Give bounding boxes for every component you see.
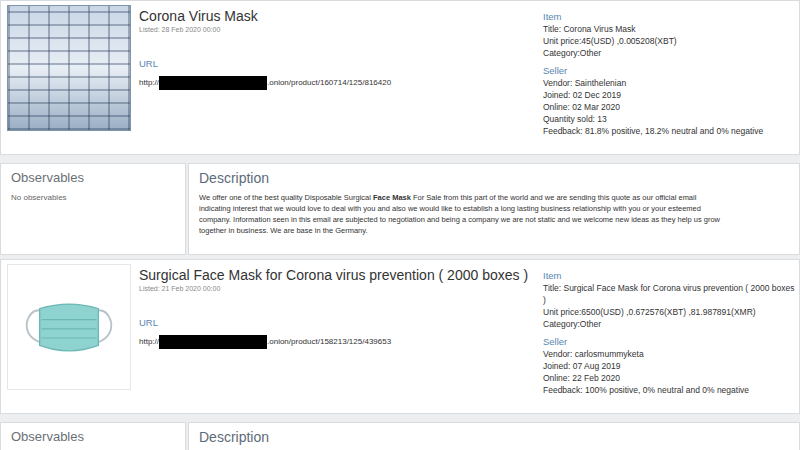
listing-url[interactable]: http:// .onion/product/158213/125/439653 (139, 335, 535, 349)
seller-field: Vendor: carlosmummyketa (543, 348, 795, 360)
item-field: Title: Surgical Face Mask for Corona vir… (543, 282, 795, 306)
redaction-box (159, 76, 267, 90)
seller-field: Feedback: 100% positive, 0% neutral and … (543, 384, 795, 396)
listing-main: Corona Virus MaskListed: 28 Feb 2020 00:… (139, 5, 535, 150)
description-panel: Description (188, 422, 800, 450)
item-info: ItemTitle: Corona Virus MaskUnit price:4… (543, 5, 795, 150)
listing-url[interactable]: http:// .onion/product/160714/125/816420 (139, 76, 535, 90)
seller-field: Online: 22 Feb 2020 (543, 372, 795, 384)
item-label: Item (543, 269, 795, 282)
url-suffix: .onion/product/160714/125/816420 (267, 76, 391, 90)
observables-panel: Observables No observables (0, 163, 186, 255)
seller-label: Seller (543, 64, 795, 77)
listing-report: Corona Virus MaskListed: 28 Feb 2020 00:… (0, 0, 800, 450)
url-label: URL (139, 57, 535, 70)
url-suffix: .onion/product/158213/125/439653 (267, 335, 391, 349)
seller-field: Online: 02 Mar 2020 (543, 101, 795, 113)
url-label: URL (139, 316, 535, 329)
seller-field: Feedback: 81.8% positive, 18.2% neutral … (543, 125, 795, 137)
listing-main: Surgical Face Mask for Corona virus prev… (139, 264, 535, 409)
description-fragment: Face Mask (373, 193, 411, 202)
observables-text: No observables (11, 192, 175, 203)
face-mask-icon (14, 272, 124, 382)
observables-title: Observables (11, 429, 175, 445)
url-prefix: http:// (139, 76, 159, 90)
observables-title: Observables (11, 170, 175, 186)
listing-header: Corona Virus MaskListed: 28 Feb 2020 00:… (0, 0, 800, 155)
description-fragment: We offer one of the best quality Disposa… (199, 193, 373, 202)
listing-title: Corona Virus Mask (139, 8, 535, 25)
seller-field: Vendor: Sainthelenian (543, 77, 795, 89)
seller-field: Joined: 07 Aug 2019 (543, 360, 795, 372)
listing-title: Surgical Face Mask for Corona virus prev… (139, 267, 535, 284)
listing: Surgical Face Mask for Corona virus prev… (0, 259, 800, 450)
listing-header: Surgical Face Mask for Corona virus prev… (0, 259, 800, 414)
description-title: Description (199, 170, 729, 186)
listing: Corona Virus MaskListed: 28 Feb 2020 00:… (0, 0, 800, 259)
listed-date: Listed: 28 Feb 2020 00:00 (139, 25, 535, 35)
item-info: ItemTitle: Surgical Face Mask for Corona… (543, 264, 795, 409)
listed-date: Listed: 21 Feb 2020 00:00 (139, 284, 535, 294)
observables-panel: Observables (0, 422, 186, 450)
item-field: Unit price:45(USD) ,0.005208(XBT) (543, 35, 795, 47)
seller-field: Quantity sold: 13 (543, 113, 795, 125)
product-photo (7, 264, 131, 390)
seller-label: Seller (543, 335, 795, 348)
description-panel: Description We offer one of the best qual… (188, 163, 800, 255)
description-title: Description (199, 429, 729, 445)
product-photo (7, 5, 131, 131)
item-field: Title: Corona Virus Mask (543, 23, 795, 35)
listing-details: Observables No observables Description We o… (0, 163, 800, 255)
description-text: We offer one of the best quality Disposa… (199, 192, 729, 236)
item-label: Item (543, 10, 795, 23)
listing-details: Observables Description (0, 422, 800, 450)
url-prefix: http:// (139, 335, 159, 349)
redaction-box (159, 335, 267, 349)
seller-field: Joined: 02 Dec 2019 (543, 89, 795, 101)
item-field: Category:Other (543, 47, 795, 59)
item-field: Category:Other (543, 318, 795, 330)
item-field: Unit price:6500(USD) ,0.672576(XBT) ,81.… (543, 306, 795, 318)
